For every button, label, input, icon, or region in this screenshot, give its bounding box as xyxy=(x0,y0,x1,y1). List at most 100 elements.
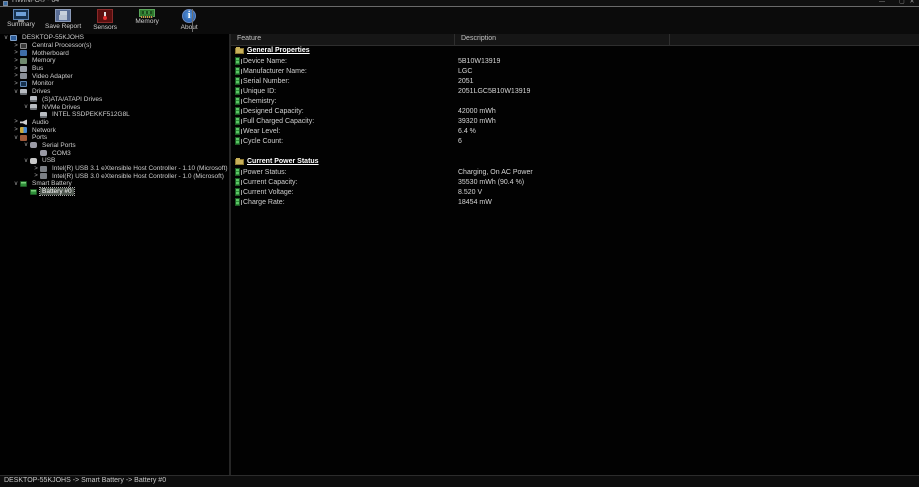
tree-item-memory[interactable]: > Memory xyxy=(0,57,229,65)
chevron-right-icon[interactable]: > xyxy=(12,81,20,87)
toolbar-button-summary[interactable]: Summary xyxy=(0,7,42,28)
battery-gauge-icon xyxy=(235,188,242,196)
toolbar-button-about[interactable]: About xyxy=(168,7,210,31)
toolbar-button-save-report[interactable]: Save Report xyxy=(42,7,84,30)
chevron-down-icon[interactable]: v xyxy=(2,35,10,41)
drive-icon xyxy=(20,88,27,95)
tree-item-drives[interactable]: v Drives xyxy=(0,88,229,96)
bus-icon xyxy=(20,65,27,72)
battery-icon xyxy=(20,180,27,187)
detail-row[interactable]: Current Voltage: 8.520 V xyxy=(231,187,919,197)
description-value: 6 xyxy=(458,137,462,145)
toolbar-separator xyxy=(192,9,193,32)
battery-gauge-icon xyxy=(235,67,242,75)
feature-label: Power Status: xyxy=(243,168,287,176)
chevron-right-icon[interactable]: > xyxy=(32,166,40,172)
toolbar-button-sensors[interactable]: Sensors xyxy=(84,7,126,31)
monitor-icon xyxy=(20,80,27,87)
tree-item-bus[interactable]: > Bus xyxy=(0,65,229,73)
maximize-button-icon[interactable]: ▢ xyxy=(898,0,906,5)
detail-row[interactable]: Device Name: 5B10W13919 xyxy=(231,56,919,66)
tree-item-ports[interactable]: v Ports xyxy=(0,134,229,142)
tree-item-intel-r-usb-3-0-extensible-host-controller-1-0-microsoft[interactable]: > Intel(R) USB 3.0 eXtensible Host Contro… xyxy=(0,172,229,180)
chevron-down-icon[interactable]: v xyxy=(12,135,20,141)
detail-row[interactable]: Charge Rate: 18454 mW xyxy=(231,197,919,207)
chevron-down-icon[interactable]: v xyxy=(22,104,30,110)
chevron-down-icon[interactable]: v xyxy=(12,181,20,187)
tree-item-smart-battery[interactable]: v Smart Battery xyxy=(0,180,229,188)
chevron-down-icon[interactable]: v xyxy=(12,89,20,95)
column-header-feature[interactable]: Feature xyxy=(231,34,455,45)
detail-row[interactable]: Wear Level: 6.4 % xyxy=(231,126,919,136)
chevron-down-icon[interactable]: v xyxy=(22,158,30,164)
tree-item-s-ata-atapi-drives[interactable]: (S)ATA/ATAPI Drives xyxy=(0,96,229,104)
app-icon xyxy=(3,1,8,6)
close-button-icon[interactable]: ✕ xyxy=(908,0,916,5)
detail-row[interactable]: Designed Capacity: 42000 mWh xyxy=(231,106,919,116)
description-value: 42000 mWh xyxy=(458,107,496,115)
tree-item-motherboard[interactable]: > Motherboard xyxy=(0,49,229,57)
toolbar-button-label: Memory xyxy=(135,18,159,25)
tree-item-com3[interactable]: COM3 xyxy=(0,149,229,157)
tree-item-label: Motherboard xyxy=(32,49,69,57)
folder-icon xyxy=(235,46,244,54)
memory-icon xyxy=(20,57,27,64)
toolbar-buttons: Summary Save Report Sensors Memory About xyxy=(0,7,210,34)
battery-gauge-icon xyxy=(235,198,242,206)
feature-label: Charge Rate: xyxy=(243,198,285,206)
chevron-right-icon[interactable]: > xyxy=(32,173,40,179)
detail-row[interactable]: Manufacturer Name: LGC xyxy=(231,66,919,76)
detail-row[interactable]: Serial Number: 2051 xyxy=(231,76,919,86)
serial-port-icon xyxy=(40,150,47,157)
serial-port-icon xyxy=(30,142,37,149)
detail-row[interactable]: Unique ID: 2051LGC5B10W13919 xyxy=(231,86,919,96)
tree-item-serial-ports[interactable]: v Serial Ports xyxy=(0,142,229,150)
tree-item-nvme-drives[interactable]: v NVMe Drives xyxy=(0,103,229,111)
tree-item-monitor[interactable]: > Monitor xyxy=(0,80,229,88)
column-header-description[interactable]: Description xyxy=(455,34,670,45)
tree-item-label: Network xyxy=(32,126,56,134)
detail-row[interactable]: Chemistry: xyxy=(231,96,919,106)
description-value: 18454 mW xyxy=(458,198,492,206)
minimize-button-icon[interactable]: — xyxy=(878,0,886,5)
tree-item-intel-ssdpekkf512g8l[interactable]: INTEL SSDPEKKF512G8L xyxy=(0,111,229,119)
tree-item-intel-r-usb-3-1-extensible-host-controller-1-10-microsoft[interactable]: > Intel(R) USB 3.1 eXtensible Host Contro… xyxy=(0,165,229,173)
battery-gauge-icon xyxy=(235,137,242,145)
tree-item-audio[interactable]: > Audio xyxy=(0,119,229,127)
chevron-right-icon[interactable]: > xyxy=(12,66,20,72)
tree-item-usb[interactable]: v USB xyxy=(0,157,229,165)
description-value: 2051LGC5B10W13919 xyxy=(458,87,531,95)
description-value: 39320 mWh xyxy=(458,117,496,125)
title-bar: HWiNFO® - 64 — ▢ ✕ xyxy=(0,0,919,7)
drive-icon xyxy=(30,104,37,111)
chevron-right-icon[interactable]: > xyxy=(12,127,20,133)
tree-item-label: USB xyxy=(42,157,56,165)
chevron-right-icon[interactable]: > xyxy=(12,50,20,56)
chevron-down-icon[interactable]: v xyxy=(22,142,30,148)
detail-row[interactable]: Full Charged Capacity: 39320 mWh xyxy=(231,116,919,126)
window-title: HWiNFO® - 64 xyxy=(12,0,60,4)
tree-item-desktop-55kjohs[interactable]: v DESKTOP-55KJOHS xyxy=(0,34,229,42)
chevron-right-icon[interactable]: > xyxy=(12,43,20,49)
detail-row[interactable]: Current Capacity: 35530 mWh (90.4 %) xyxy=(231,177,919,187)
chevron-right-icon[interactable]: > xyxy=(12,58,20,64)
chevron-right-icon[interactable]: > xyxy=(12,119,20,125)
cpu-icon xyxy=(20,42,27,49)
tree-item-video-adapter[interactable]: > Video Adapter xyxy=(0,72,229,80)
tree-item-central-processor-s[interactable]: > Central Processor(s) xyxy=(0,42,229,50)
tree-item-network[interactable]: > Network xyxy=(0,126,229,134)
drive-icon xyxy=(30,96,37,103)
detail-row[interactable]: Cycle Count: 6 xyxy=(231,136,919,146)
detail-row[interactable]: Power Status: Charging, On AC Power xyxy=(231,167,919,177)
feature-label: Wear Level: xyxy=(243,127,281,135)
tree-item-battery-0[interactable]: Battery #0 xyxy=(0,187,229,197)
device-tree: v DESKTOP-55KJOHS > Central Processor(s) > Mo… xyxy=(0,34,229,476)
feature-cell: Current Voltage: xyxy=(231,188,455,196)
battery-gauge-icon xyxy=(235,107,242,115)
description-value: 35530 mWh (90.4 %) xyxy=(458,178,525,186)
chevron-right-icon[interactable]: > xyxy=(12,73,20,79)
toolbar-button-memory[interactable]: Memory xyxy=(126,7,168,25)
computer-icon xyxy=(10,34,17,41)
section-header-general-properties: General Properties xyxy=(231,45,919,56)
